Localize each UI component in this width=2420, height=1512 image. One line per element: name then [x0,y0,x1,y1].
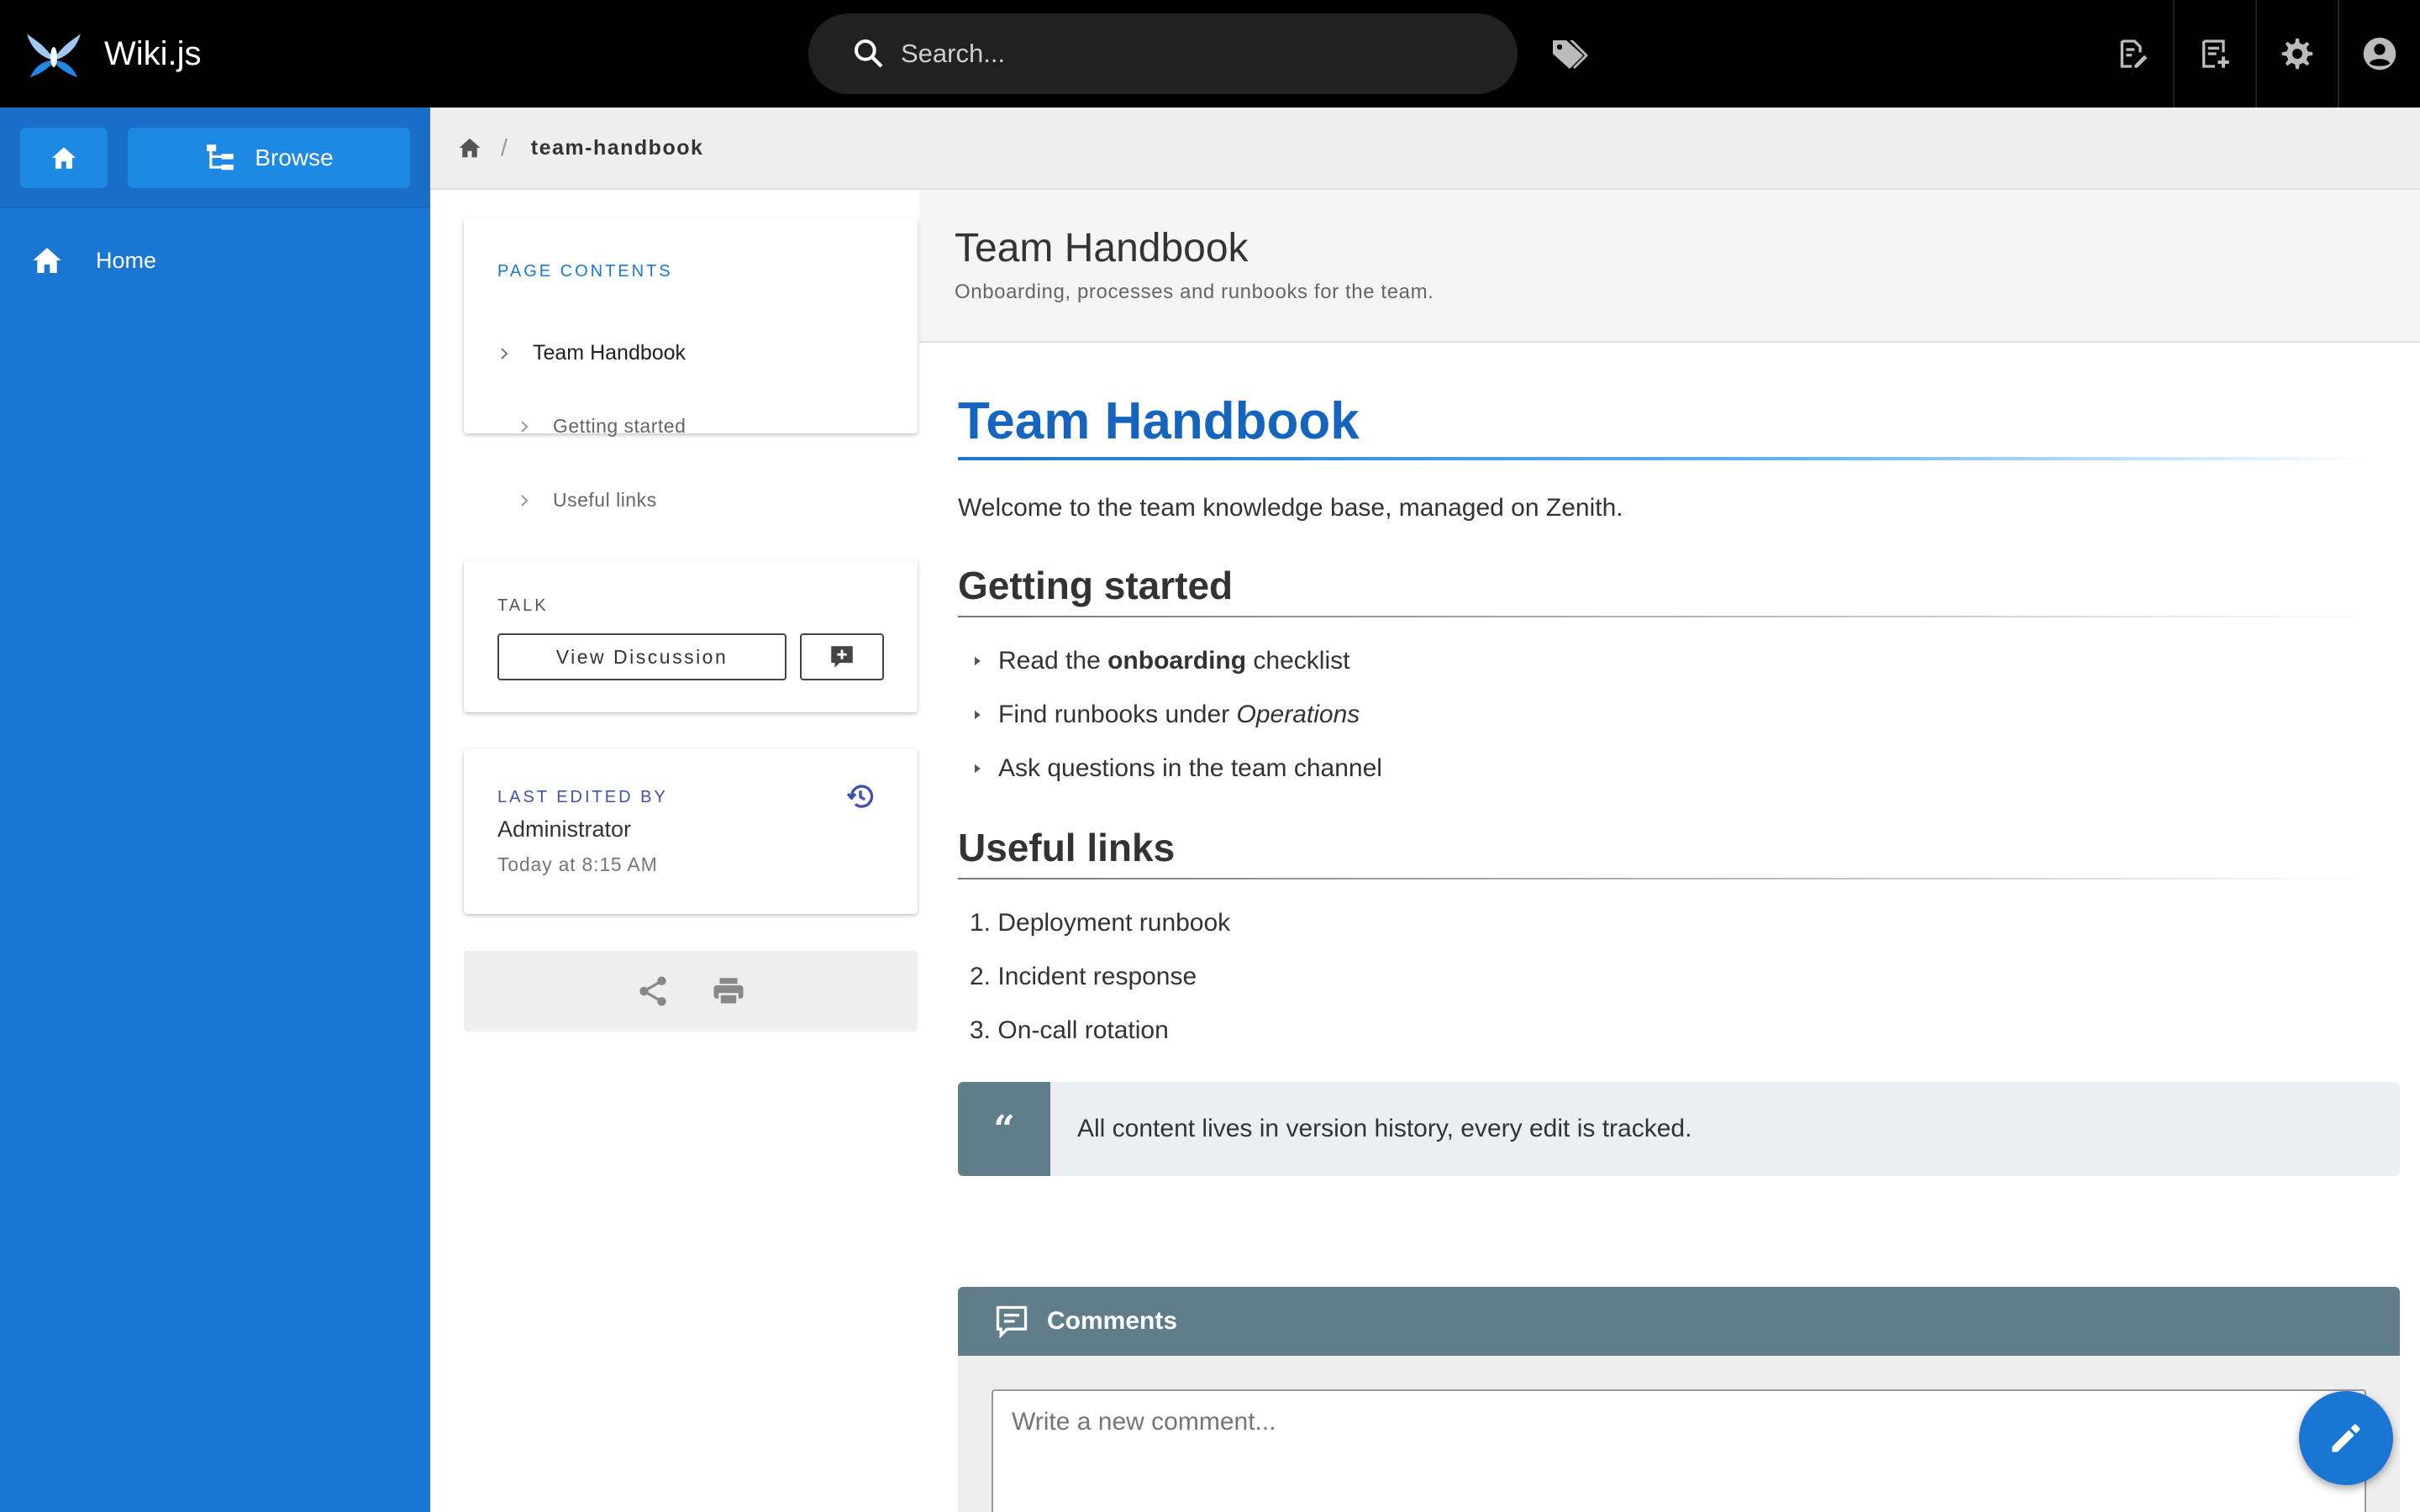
page-title: Team Handbook [955,226,1249,270]
caret-right-icon [975,710,981,720]
top-bar: Wiki.js [0,0,2420,108]
new-page-icon [2120,39,2148,68]
last-edited-card: LAST EDITED BY Administrator Today at 8:… [464,749,918,914]
app-name: Wiki.js [104,34,202,72]
quote-icon: “ [958,1082,1050,1176]
browse-button[interactable]: Browse [128,128,410,188]
list-item: Ask questions in the team channel [970,754,1382,783]
chevron-right-icon [501,347,508,360]
toc-card: PAGE CONTENTS Team Handbook Getting star… [464,218,918,511]
search-bar[interactable] [808,13,1518,94]
comment-plus-icon [831,646,853,668]
wikijs-logo-icon [27,34,81,77]
toc-item-label: Team Handbook [533,341,687,365]
account-button[interactable] [2338,0,2420,108]
toc-item-label: Useful links [553,489,657,511]
caret-right-icon [975,764,981,774]
toc-item[interactable]: Useful links [514,489,657,512]
print-icon [713,978,744,1006]
admin-button[interactable] [2255,0,2338,108]
page-description: Onboarding, processes and runbooks for t… [955,281,1434,303]
content-heading-1: Team Handbook [958,392,1360,450]
history-icon[interactable] [845,781,876,811]
page-actions-icon [2202,39,2229,68]
new-comment-button[interactable] [800,633,884,680]
sidebar-item-label: Home [96,247,157,273]
account-icon [2363,37,2396,71]
talk-label: TALK [497,596,549,615]
last-edited-name: Administrator [497,816,632,842]
comments-section: Comments [958,1287,2400,1512]
last-edited-label: LAST EDITED BY [497,788,668,806]
toc-item[interactable]: Getting started [514,415,686,438]
tags-icon [1553,40,1588,69]
browse-label: Browse [255,144,334,171]
list-item: 2. Incident response [970,963,1197,990]
new-page-button[interactable] [2091,0,2173,108]
heading-underline [958,878,2370,879]
page-actions-button[interactable] [2173,0,2255,108]
page-side-panel: PAGE CONTENTS Team Handbook Getting star… [430,190,919,1512]
sidebar-header: Browse [0,108,430,208]
print-button[interactable] [711,974,746,1009]
breadcrumb-home-icon[interactable] [457,135,482,160]
sidebar-item-home[interactable]: Home [0,225,430,296]
page-header: Team Handbook Onboarding, processes and … [919,190,2420,343]
heading-underline [958,616,2370,617]
heading-underline [958,457,2370,460]
toc-label: PAGE CONTENTS [497,262,673,281]
search-input[interactable] [901,39,1447,69]
share-button[interactable] [635,974,671,1009]
blockquote: “ All content lives in version history, … [958,1082,2400,1176]
home-icon [33,248,61,273]
list-item: 1. Deployment runbook [970,909,1231,937]
toc-item-label: Getting started [553,415,687,437]
list-item: 3. On-call rotation [970,1016,1169,1044]
new-comment-input[interactable] [992,1389,2366,1512]
pencil-icon [2332,1424,2360,1452]
comments-header: Comments [958,1287,2400,1356]
list-item: Read the onboarding checklist [970,647,1349,675]
caret-right-icon [975,656,981,666]
share-icon [639,976,666,1006]
intro-paragraph: Welcome to the team knowledge base, mana… [958,494,1623,522]
file-tree-icon [207,144,234,171]
sidebar: Browse Home [0,108,430,1512]
edit-page-button[interactable] [2299,1391,2393,1485]
blockquote-text: All content lives in version history, ev… [1077,1115,1692,1142]
page-tools-bar [464,951,918,1032]
toc-item[interactable]: Team Handbook [494,341,686,365]
top-actions [2091,0,2420,108]
content-heading-getting-started: Getting started [958,564,1234,607]
talk-card: TALK View Discussion [464,561,918,712]
tags-button[interactable] [1549,35,1590,72]
breadcrumb-item[interactable]: team-handbook [531,136,704,160]
comments-title: Comments [1047,1307,1178,1335]
breadcrumb-separator: / [501,134,508,160]
last-edited-date: Today at 8:15 AM [497,853,658,875]
content-heading-useful-links: Useful links [958,826,1176,869]
home-icon [51,147,76,169]
brand[interactable]: Wiki.js [25,25,202,82]
chevron-right-icon [521,494,529,507]
search-icon [854,39,883,68]
view-discussion-button[interactable]: View Discussion [497,633,786,680]
breadcrumb: / team-handbook [430,108,2420,190]
sidebar-home-button[interactable] [20,128,108,188]
gear-icon [2281,38,2313,70]
list-item: Find runbooks under Operations [970,701,1360,729]
chevron-right-icon [521,420,529,433]
comment-text-icon [996,1305,1028,1339]
